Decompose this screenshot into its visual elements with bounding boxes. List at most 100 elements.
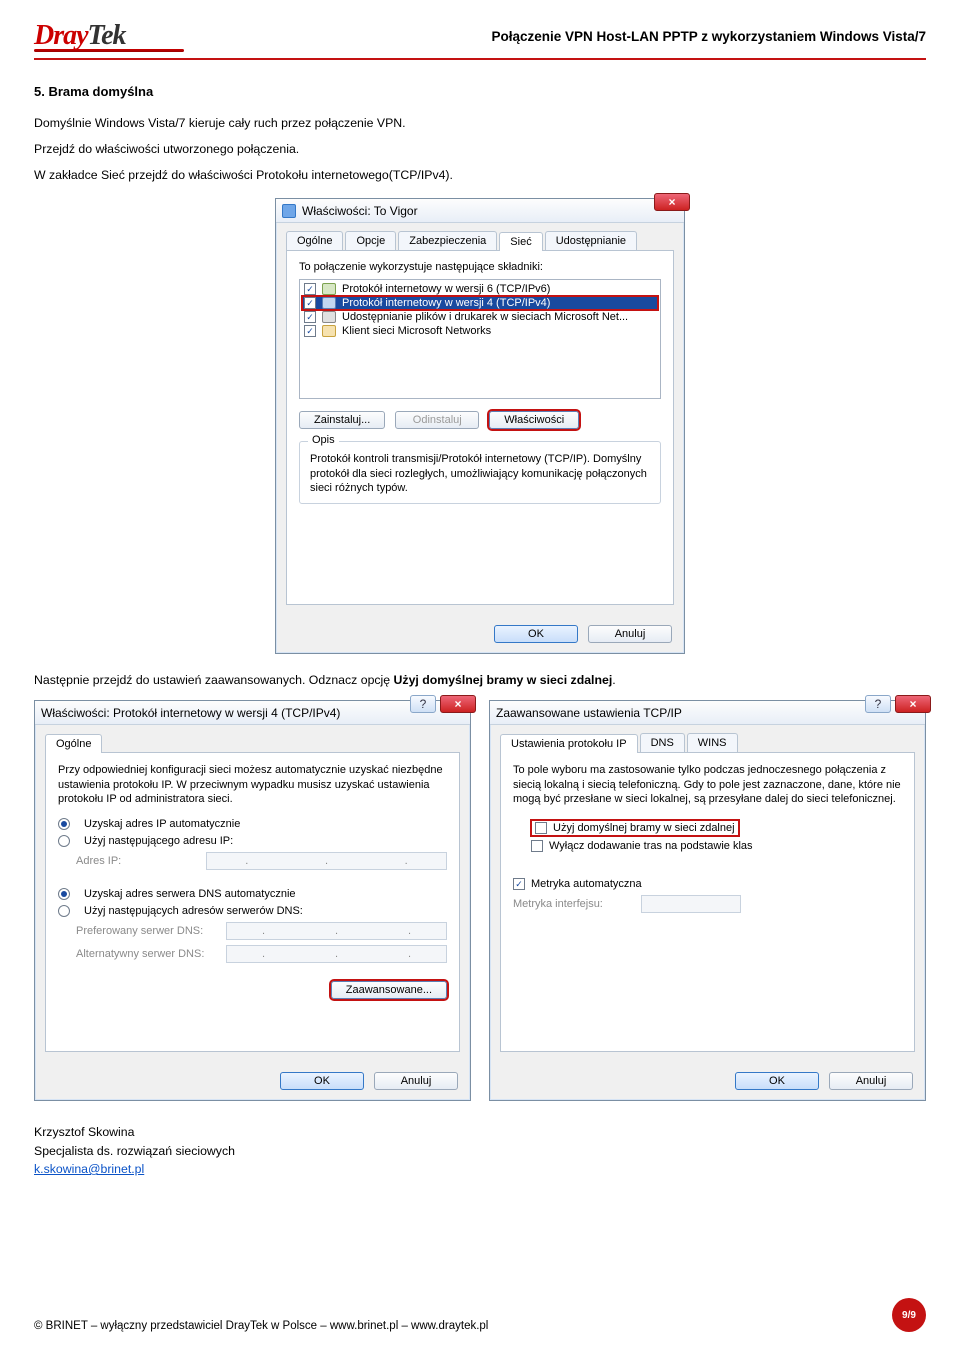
protocol-icon	[322, 297, 336, 309]
dialog-row: ? × Właściwości: Protokół internetowy w …	[34, 700, 926, 1101]
protocol-icon	[322, 283, 336, 295]
list-item-label: Klient sieci Microsoft Networks	[342, 325, 491, 337]
tab-ogolne[interactable]: Ogólne	[45, 734, 102, 753]
cancel-button[interactable]: Anuluj	[374, 1072, 458, 1090]
help-icon[interactable]: ?	[410, 695, 436, 713]
components-listbox[interactable]: Protokół internetowy w wersji 6 (TCP/IPv…	[299, 279, 661, 399]
radio-icon[interactable]	[58, 888, 70, 900]
paragraph-3: W zakładce Sieć przejdź do właściwości P…	[34, 167, 926, 185]
ip-address-input: ...	[206, 852, 447, 870]
tab-siec[interactable]: Sieć	[499, 232, 542, 251]
ok-button[interactable]: OK	[735, 1072, 819, 1090]
radio-ip-manual[interactable]: Użyj następującego adresu IP:	[58, 835, 447, 847]
install-button[interactable]: Zainstaluj...	[299, 411, 385, 429]
tab-ogolne[interactable]: Ogólne	[286, 231, 343, 250]
checkbox-icon[interactable]	[304, 311, 316, 323]
dialog-titlebar: Właściwości: To Vigor	[276, 199, 684, 223]
auto-metric-row[interactable]: Metryka automatyczna	[513, 878, 902, 890]
metric-label: Metryka interfejsu:	[513, 898, 633, 910]
tab-udostepnianie[interactable]: Udostępnianie	[545, 231, 637, 250]
dialog-buttons: OK Anuluj	[490, 1062, 925, 1100]
advanced-tcpip-dialog: ? × Zaawansowane ustawienia TCP/IP Ustaw…	[489, 700, 926, 1101]
tab-content: To pole wyboru ma zastosowanie tylko pod…	[500, 752, 915, 1052]
author-email[interactable]: k.skowina@brinet.pl	[34, 1162, 144, 1176]
draytek-logo: DrayTek	[34, 20, 184, 52]
radio-icon[interactable]	[58, 818, 70, 830]
radio-icon[interactable]	[58, 905, 70, 917]
dialog-buttons: OK Anuluj	[35, 1062, 470, 1100]
advanced-button[interactable]: Zaawansowane...	[331, 981, 447, 999]
properties-button[interactable]: Właściwości	[489, 411, 579, 429]
section-heading: 5. Brama domyślna	[34, 84, 926, 99]
document-page: DrayTek Połączenie VPN Host-LAN PPTP z w…	[0, 0, 960, 1346]
page-footer: © BRINET – wyłączny przedstawiciel DrayT…	[34, 1298, 926, 1332]
copyright-text: © BRINET – wyłączny przedstawiciel DrayT…	[34, 1320, 488, 1332]
author-role: Specjalista ds. rozwiązań sieciowych	[34, 1142, 926, 1160]
logo-text-red: Dray	[34, 20, 88, 51]
ok-button[interactable]: OK	[280, 1072, 364, 1090]
dns1-input: ...	[226, 922, 447, 940]
logo-text-dark: Tek	[88, 20, 126, 51]
window-icon	[282, 204, 296, 218]
metric-input	[641, 895, 741, 913]
help-icon[interactable]: ?	[865, 695, 891, 713]
intro-text: Przy odpowiedniej konfiguracji sieci moż…	[58, 763, 447, 806]
radio-ip-auto[interactable]: Uzyskaj adres IP automatycznie	[58, 818, 447, 830]
list-item-client[interactable]: Klient sieci Microsoft Networks	[302, 324, 658, 338]
dns2-input: ...	[226, 945, 447, 963]
uninstall-button: Odinstaluj	[395, 411, 479, 429]
default-gateway-checkbox-row[interactable]: Użyj domyślnej bramy w sieci zdalnej	[531, 820, 739, 836]
dns2-label: Alternatywny serwer DNS:	[58, 948, 218, 960]
disable-class-routes-row[interactable]: Wyłącz dodawanie tras na podstawie klas	[531, 840, 902, 852]
dialog-tabs: Ustawienia protokołu IP DNS WINS	[490, 725, 925, 752]
dns-alt-row: Alternatywny serwer DNS: ...	[58, 945, 447, 963]
ok-button[interactable]: OK	[494, 625, 578, 643]
tab-zabezpieczenia[interactable]: Zabezpieczenia	[398, 231, 497, 250]
close-icon[interactable]: ×	[895, 695, 931, 713]
dns-pref-row: Preferowany serwer DNS: ...	[58, 922, 447, 940]
close-icon[interactable]: ×	[654, 193, 690, 211]
list-item-ipv6[interactable]: Protokół internetowy w wersji 6 (TCP/IPv…	[302, 282, 658, 296]
page-header: DrayTek Połączenie VPN Host-LAN PPTP z w…	[34, 20, 926, 52]
close-icon[interactable]: ×	[440, 695, 476, 713]
paragraph-4c: .	[612, 673, 615, 687]
list-caption: To połączenie wykorzystuje następujące s…	[299, 261, 661, 273]
logo-block: DrayTek	[34, 20, 184, 52]
checkbox-icon[interactable]	[513, 878, 525, 890]
dialog-buttons: OK Anuluj	[276, 615, 684, 653]
list-item-label: Protokół internetowy w wersji 4 (TCP/IPv…	[342, 297, 550, 309]
tab-opcje[interactable]: Opcje	[345, 231, 396, 250]
radio-dns-auto[interactable]: Uzyskaj adres serwera DNS automatycznie	[58, 888, 447, 900]
checkbox-icon[interactable]	[304, 283, 316, 295]
checkbox-icon[interactable]	[535, 822, 547, 834]
checkbox-icon[interactable]	[531, 840, 543, 852]
paragraph-4b: Użyj domyślnej bramy w sieci zdalnej	[394, 673, 613, 687]
dialog-title: Zaawansowane ustawienia TCP/IP	[496, 706, 682, 720]
list-item-ipv4[interactable]: Protokół internetowy w wersji 4 (TCP/IPv…	[302, 296, 658, 310]
checkbox-icon[interactable]	[304, 297, 316, 309]
tab-dns[interactable]: DNS	[640, 733, 685, 752]
cancel-button[interactable]: Anuluj	[829, 1072, 913, 1090]
cancel-button[interactable]: Anuluj	[588, 625, 672, 643]
dialog-titlebar: Zaawansowane ustawienia TCP/IP	[490, 701, 925, 725]
dialog-title: Właściwości: Protokół internetowy w wers…	[41, 706, 340, 720]
protocol-icon	[322, 325, 336, 337]
checkbox-label: Wyłącz dodawanie tras na podstawie klas	[549, 840, 753, 852]
radio-icon[interactable]	[58, 835, 70, 847]
radio-dns-manual[interactable]: Użyj następujących adresów serwerów DNS:	[58, 905, 447, 917]
list-item-share[interactable]: Udostępnianie plików i drukarek w siecia…	[302, 310, 658, 324]
tab-wins[interactable]: WINS	[687, 733, 738, 752]
paragraph-4: Następnie przejdź do ustawień zaawansowa…	[34, 672, 926, 690]
list-buttons: Zainstaluj... Odinstaluj Właściwości	[299, 411, 661, 429]
ip-address-row: Adres IP: ...	[58, 852, 447, 870]
groupbox-legend: Opis	[308, 434, 339, 446]
checkbox-label: Metryka automatyczna	[531, 878, 642, 890]
page-number-badge: 9/9	[892, 1298, 926, 1332]
header-divider	[34, 58, 926, 60]
list-item-label: Protokół internetowy w wersji 6 (TCP/IPv…	[342, 283, 550, 295]
ipv4-properties-dialog: ? × Właściwości: Protokół internetowy w …	[34, 700, 471, 1101]
checkbox-icon[interactable]	[304, 325, 316, 337]
ip-label: Adres IP:	[58, 855, 198, 867]
tab-ip-settings[interactable]: Ustawienia protokołu IP	[500, 734, 638, 753]
vpn-properties-dialog: × Właściwości: To Vigor Ogólne Opcje Zab…	[275, 198, 685, 654]
